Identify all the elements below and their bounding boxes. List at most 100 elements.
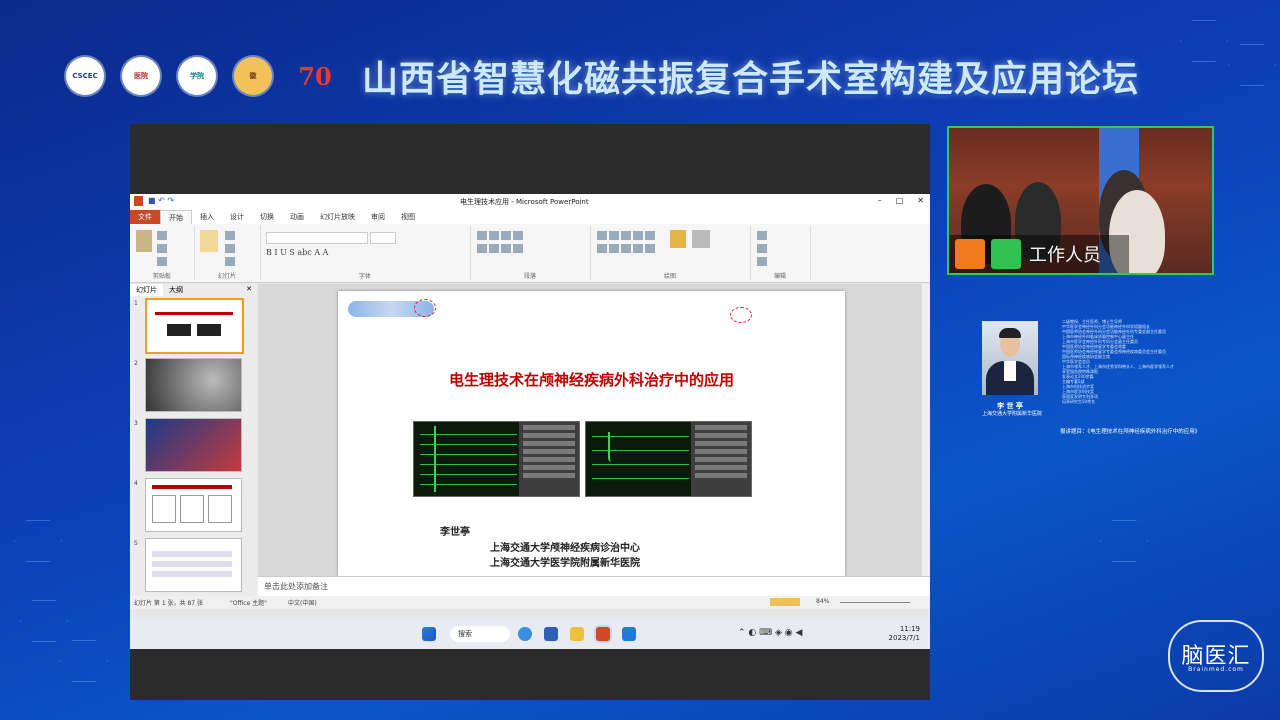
copy-icon[interactable] [157,244,167,253]
cut-icon[interactable] [157,231,167,240]
tab-review[interactable]: 审阅 [363,210,393,224]
current-slide[interactable]: 电生理技术在颅神经疾病外科治疗中的应用 李世亭 上海交通大学颅神经疾病诊治中心 … [338,291,845,576]
vertical-scrollbar[interactable] [922,284,930,576]
start-icon[interactable] [422,627,436,641]
section-icon[interactable] [225,257,235,266]
group-label: 幻灯片 [217,273,236,280]
slide-thumbnail[interactable] [145,358,242,412]
microphone-icon [991,239,1021,269]
close-icon[interactable]: ✕ [917,196,924,205]
group-drawing: 绘图 [590,226,751,280]
align-center-icon[interactable] [489,244,499,253]
tab-design[interactable]: 设计 [222,210,252,224]
group-label: 字体 [358,273,371,280]
slide-affiliation: 上海交通大学医学院附属新华医院 [490,558,640,569]
forum-title: 山西省智慧化磁共振复合手术室构建及应用论坛 [362,59,1140,100]
slide-thumbnail[interactable] [145,298,244,354]
tab-slides[interactable]: 幻灯片 [130,284,163,296]
shared-screen: ■ ↶ ↷ 电生理技术应用 - Microsoft PowerPoint – □… [130,124,930,700]
slide-thumbnail[interactable] [145,538,242,592]
slides-panel: 幻灯片 大纲 ✕ 1 2 3 4 5 [130,284,259,596]
save-icon[interactable]: ■ ↶ ↷ [148,196,174,205]
slide-thumbnail[interactable] [145,418,242,472]
replace-icon[interactable] [757,244,767,253]
meeting-app-icon[interactable] [622,627,636,641]
numbering-icon[interactable] [489,231,499,240]
hex-decoration [1180,20,1228,62]
maximize-icon[interactable]: □ [896,196,904,205]
window-controls: – □ ✕ [878,196,924,205]
indent-icon[interactable] [501,231,511,240]
group-clipboard: 剪贴板 [130,226,195,280]
font-name-select[interactable] [266,232,368,244]
group-label: 编辑 [773,273,786,280]
taskbar-search[interactable]: 搜索 [450,626,510,642]
group-editing: 编辑 [750,226,811,280]
group-paragraph: 段落 [470,226,591,280]
anniversary-70-logo: 70 [298,61,332,91]
tab-file[interactable]: 文件 [130,210,160,224]
thumbnail-number: 2 [134,360,138,367]
eeg-screenshot [413,421,580,497]
language: 中文(中国) [288,600,317,607]
zoom-slider[interactable] [840,602,910,603]
shapes-gallery[interactable] [596,230,662,256]
quick-styles-icon[interactable] [692,230,710,248]
notes-pane[interactable]: 单击此处添加备注 [258,576,930,597]
watermark-url: Brainmed.com [1188,666,1244,673]
font-style-buttons[interactable]: B I U S abc A A [266,248,328,257]
thumbnail-number: 4 [134,480,138,487]
ribbon-tabs: 文件 开始 插入 设计 切换 动画 幻灯片放映 审阅 视图 [130,210,930,224]
paste-icon[interactable] [136,230,152,252]
system-tray-icons[interactable]: ⌃ ◐ ⌨ ◈ ◉ ◀ [738,628,802,638]
powerpoint-icon [134,196,143,206]
clock-time: 11:19 [899,625,920,633]
search-label: 搜索 [458,630,472,638]
tab-animations[interactable]: 动画 [282,210,312,224]
slide-thumbnail[interactable] [145,478,242,532]
header-logos: CSCEC 医院 学院 徽 70 [66,56,340,96]
justify-icon[interactable] [513,244,523,253]
layout-icon[interactable] [225,231,235,240]
thumbnail-number: 1 [134,300,138,307]
powerpoint-taskbar-icon[interactable] [596,627,610,641]
group-label: 剪贴板 [152,273,171,280]
app-icon[interactable] [518,627,532,641]
align-right-icon[interactable] [501,244,511,253]
font-size-select[interactable] [370,232,396,244]
reset-icon[interactable] [225,244,235,253]
tab-insert[interactable]: 插入 [192,210,222,224]
tab-transitions[interactable]: 切换 [252,210,282,224]
speaker-affiliation: 上海交通大学附属新华医院 [981,411,1042,417]
minimize-icon[interactable]: – [878,196,882,205]
align-left-icon[interactable] [477,244,487,253]
slide-title: 电生理技术在颅神经疾病外科治疗中的应用 [448,371,734,389]
emblem-logo: 徽 [234,57,272,95]
view-buttons[interactable] [770,598,800,606]
tab-view[interactable]: 视图 [393,210,423,224]
speaker-bio-line: 培养研究生50余名 [1062,399,1096,404]
window-title: 电生理技术应用 - Microsoft PowerPoint [460,198,589,206]
file-explorer-icon[interactable] [570,627,584,641]
find-icon[interactable] [757,231,767,240]
line-spacing-icon[interactable] [513,231,523,240]
arrange-icon[interactable] [670,230,686,248]
slide-affiliation: 上海交通大学颅神经疾病诊治中心 [490,543,640,554]
group-label: 段落 [523,273,536,280]
close-panel-icon[interactable]: ✕ [240,284,258,296]
group-label: 绘图 [663,273,676,280]
new-slide-icon[interactable] [200,230,218,252]
select-icon[interactable] [757,257,767,266]
bullets-icon[interactable] [477,231,487,240]
word-icon[interactable] [544,627,558,641]
tab-home[interactable]: 开始 [160,210,192,224]
hospital-logo: 医院 [122,57,160,95]
slide-editor: 电生理技术在颅神经疾病外科治疗中的应用 李世亭 上海交通大学颅神经疾病诊治中心 … [258,284,930,576]
notes-placeholder: 单击此处添加备注 [264,582,328,591]
taskbar-clock[interactable]: 11:19 2023/7/1 [889,625,920,643]
tab-outline[interactable]: 大纲 [163,284,189,296]
format-painter-icon[interactable] [157,257,167,266]
hex-decoration [1100,520,1148,562]
windows-taskbar: 搜索 ⌃ ◐ ⌨ ◈ ◉ ◀ 11:19 2023/7/1 [130,619,930,649]
tab-slideshow[interactable]: 幻灯片放映 [312,210,363,224]
